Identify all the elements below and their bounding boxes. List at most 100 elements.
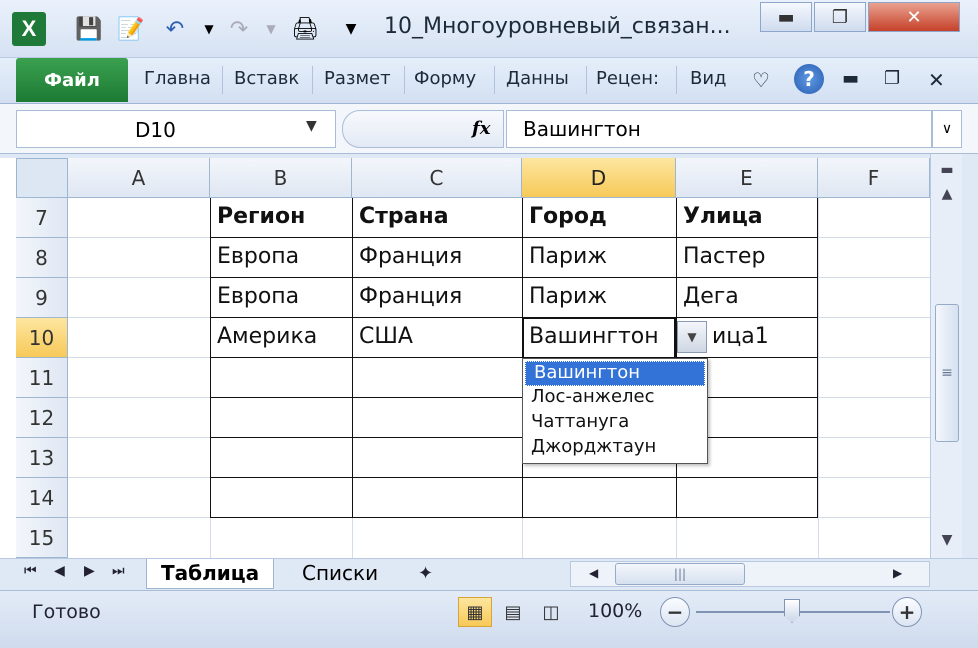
- vertical-scrollbar[interactable]: ▬ ▲ ≡ ▼: [930, 154, 962, 558]
- table-cell[interactable]: США: [353, 318, 413, 358]
- tab-formulas[interactable]: Форму: [414, 68, 486, 89]
- table-cell[interactable]: Франция: [353, 278, 462, 318]
- tab-view[interactable]: Вид: [690, 68, 734, 89]
- help-icon[interactable]: ?: [794, 64, 824, 94]
- column-header-c[interactable]: C: [352, 158, 522, 198]
- horizontal-scrollbar[interactable]: ◀ ||| ▶: [570, 561, 930, 587]
- save-as-icon[interactable]: 📝: [114, 12, 148, 46]
- minimize-icon: ▬: [777, 6, 795, 28]
- column-header-a[interactable]: A: [68, 158, 210, 198]
- validation-dropdown-button[interactable]: ▼: [677, 321, 707, 353]
- scroll-down-icon[interactable]: ▼: [931, 526, 963, 554]
- column-header-f[interactable]: F: [818, 158, 930, 198]
- horizontal-scroll-thumb[interactable]: |||: [615, 563, 745, 585]
- table-cell[interactable]: ица1: [706, 318, 769, 358]
- status-bar: Готово ▦ ▤ ◫ 100% − +: [0, 590, 978, 648]
- excel-logo-icon[interactable]: X: [12, 12, 46, 46]
- zoom-level[interactable]: 100%: [588, 600, 642, 622]
- vertical-scroll-thumb[interactable]: ≡: [935, 304, 959, 442]
- prev-sheet-icon[interactable]: ◀: [54, 563, 65, 579]
- page-break-view-icon[interactable]: ◫: [534, 597, 568, 627]
- column-header-d[interactable]: D: [522, 158, 676, 198]
- scroll-up-icon[interactable]: ▲: [931, 180, 963, 208]
- tab-page-layout[interactable]: Размет: [324, 68, 396, 89]
- table-header-cell[interactable]: Улица: [677, 198, 763, 238]
- customize-toolbar-icon[interactable]: ▼: [334, 12, 368, 46]
- close-button[interactable]: ✕: [868, 2, 960, 32]
- table-cell[interactable]: Европа: [211, 278, 299, 318]
- scroll-right-icon[interactable]: ▶: [893, 566, 902, 580]
- expand-formula-icon[interactable]: ∨: [932, 110, 962, 148]
- column-header-e[interactable]: E: [676, 158, 818, 198]
- table-cell[interactable]: Пастер: [677, 238, 765, 278]
- table-cell[interactable]: Париж: [523, 278, 607, 318]
- row-header-11[interactable]: 11: [16, 358, 68, 398]
- table-cell[interactable]: Европа: [211, 238, 299, 278]
- print-icon[interactable]: 🖨: [288, 12, 322, 46]
- sheet-tab-lists[interactable]: Списки: [288, 559, 392, 589]
- heart-icon[interactable]: ♡: [752, 68, 770, 92]
- row-header-9[interactable]: 9: [16, 278, 68, 318]
- tab-insert[interactable]: Вставк: [234, 68, 304, 89]
- fx-icon[interactable]: fx: [472, 118, 490, 139]
- dropdown-option[interactable]: Лос-анжелес: [523, 386, 707, 411]
- sheet-tab-table[interactable]: Таблица: [146, 559, 275, 589]
- name-box[interactable]: D10: [16, 110, 336, 148]
- row-header-7[interactable]: 7: [16, 198, 68, 238]
- table-border: [210, 517, 818, 518]
- table-cell[interactable]: Париж: [523, 238, 607, 278]
- row-header-13[interactable]: 13: [16, 438, 68, 478]
- tab-separator: [676, 66, 677, 94]
- table-cell[interactable]: Америка: [211, 318, 317, 358]
- minimize-button[interactable]: ▬: [760, 2, 812, 32]
- name-box-dropdown-icon[interactable]: ▼: [306, 118, 317, 134]
- restore-button[interactable]: ❐: [814, 2, 866, 32]
- tab-home[interactable]: Главна: [144, 68, 214, 89]
- worksheet-grid[interactable]: [0, 158, 930, 558]
- redo-icon[interactable]: ↷: [222, 12, 256, 46]
- zoom-out-button[interactable]: −: [660, 597, 690, 627]
- undo-icon[interactable]: ↶: [158, 12, 192, 46]
- ribbon-minimize-icon[interactable]: ▬: [842, 68, 859, 89]
- table-border: [817, 198, 818, 518]
- first-sheet-icon[interactable]: ⏮: [24, 563, 37, 579]
- ribbon-close-icon[interactable]: ✕: [928, 68, 945, 92]
- tab-review[interactable]: Рецен:: [596, 68, 670, 89]
- table-cell[interactable]: Франция: [353, 238, 462, 278]
- table-header-cell[interactable]: Страна: [353, 198, 449, 238]
- next-sheet-icon[interactable]: ▶: [84, 563, 95, 579]
- tab-file[interactable]: Файл: [16, 58, 128, 102]
- zoom-slider-thumb[interactable]: [784, 599, 800, 623]
- row-header-10[interactable]: 10: [16, 318, 68, 358]
- undo-dropdown-icon[interactable]: ▼: [192, 12, 226, 46]
- row-header-14[interactable]: 14: [16, 478, 68, 518]
- column-header-b[interactable]: B: [210, 158, 352, 198]
- tab-separator: [404, 66, 405, 94]
- active-cell-border: [522, 317, 676, 359]
- restore-icon: ❐: [831, 6, 849, 28]
- save-icon[interactable]: 💾: [72, 12, 106, 46]
- redo-dropdown-icon[interactable]: ▼: [254, 12, 288, 46]
- dropdown-option[interactable]: Вашингтон: [525, 361, 705, 386]
- page-layout-view-icon[interactable]: ▤: [496, 597, 530, 627]
- ribbon-restore-icon[interactable]: ❐: [884, 68, 900, 89]
- table-cell[interactable]: Дега: [677, 278, 739, 318]
- table-border: [210, 477, 818, 478]
- dropdown-option[interactable]: Чаттануга: [523, 411, 707, 436]
- dropdown-option[interactable]: Джорджтаун: [523, 436, 707, 461]
- row-header-12[interactable]: 12: [16, 398, 68, 438]
- new-sheet-icon[interactable]: ✦: [418, 563, 433, 584]
- normal-view-icon[interactable]: ▦: [458, 597, 492, 627]
- table-header-cell[interactable]: Город: [523, 198, 607, 238]
- last-sheet-icon[interactable]: ⏭: [112, 563, 125, 579]
- scroll-left-icon[interactable]: ◀: [589, 566, 598, 580]
- tab-separator: [494, 66, 495, 94]
- status-text: Готово: [32, 601, 101, 623]
- row-header-15[interactable]: 15: [16, 518, 68, 558]
- row-header-8[interactable]: 8: [16, 238, 68, 278]
- select-all-corner[interactable]: [16, 158, 68, 198]
- table-header-cell[interactable]: Регион: [211, 198, 305, 238]
- zoom-in-button[interactable]: +: [892, 597, 922, 627]
- formula-input[interactable]: Вашингтон: [506, 110, 932, 148]
- tab-data[interactable]: Данны: [506, 68, 580, 89]
